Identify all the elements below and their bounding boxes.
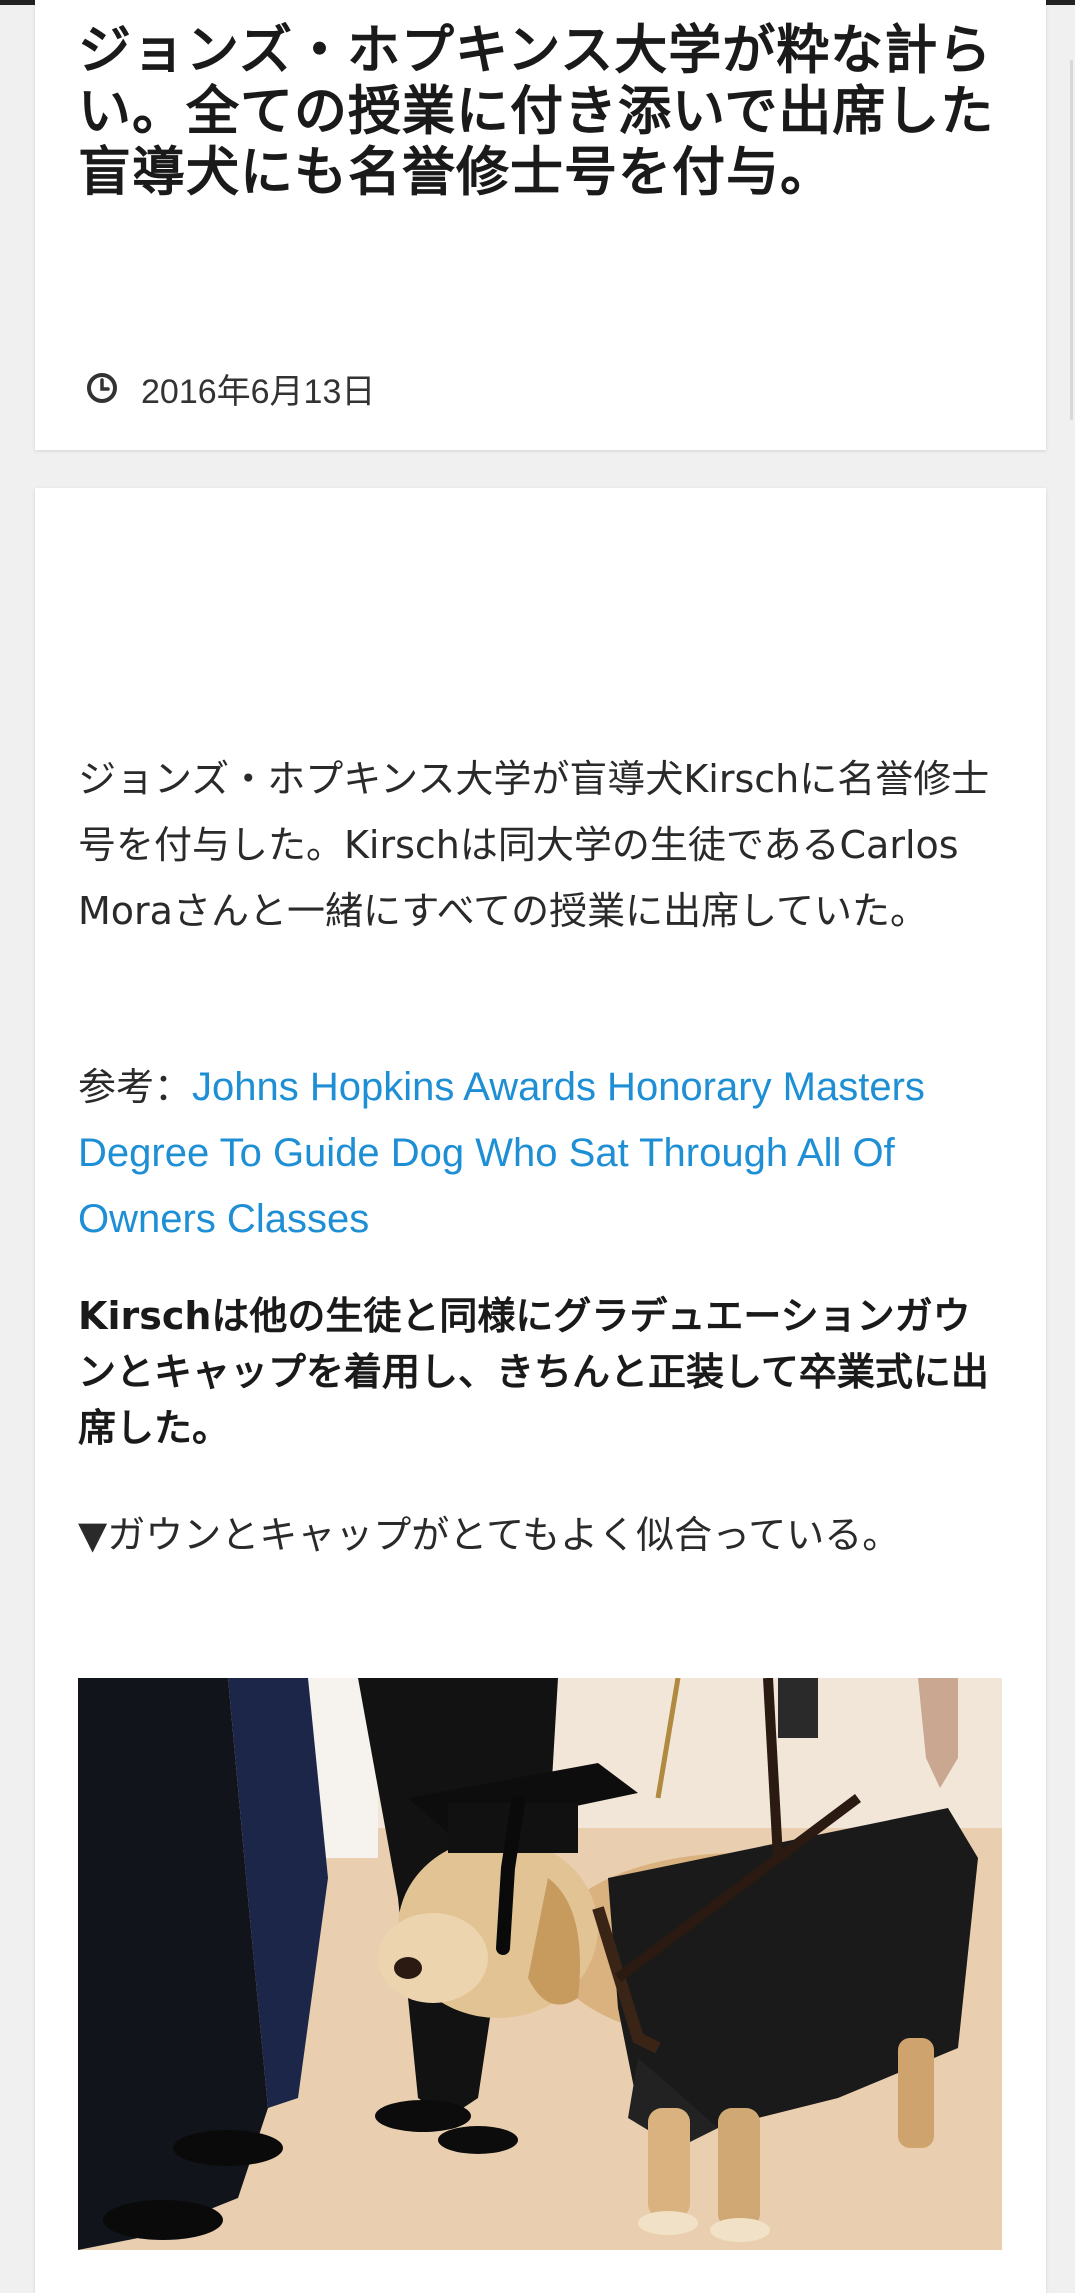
article-body-card: ジョンズ・ホプキンス大学が盲導犬Kirschに名誉修士号を付与した。Kirsch… — [35, 488, 1046, 2293]
clock-icon — [87, 373, 117, 403]
article-date: 2016年6月13日 — [141, 372, 376, 411]
article-date-row: 2016年6月13日 — [85, 366, 376, 411]
reference-link[interactable]: Johns Hopkins Awards Honorary Masters De… — [78, 1065, 925, 1241]
reference-paragraph: 参考：Johns Hopkins Awards Honorary Masters… — [78, 1054, 1008, 1252]
highlight-paragraph: Kirschは他の生徒と同様にグラデュエーションガウンとキャップを着用し、きちん… — [78, 1294, 989, 1450]
photo-caption: ▼ガウンとキャップがとてもよく似合っている。 — [78, 1513, 901, 1557]
guide-dog-photo — [78, 1678, 1002, 2250]
scrollbar[interactable] — [1070, 60, 1073, 420]
reference-prefix: 参考： — [78, 1065, 193, 1109]
article-header-card: ジョンズ・ホプキンス大学が粋な計らい。全ての授業に付き添いで出席した盲導犬にも名… — [35, 0, 1046, 450]
guide-dog-image — [78, 1678, 1002, 2250]
intro-paragraph: ジョンズ・ホプキンス大学が盲導犬Kirschに名誉修士号を付与した。Kirsch… — [78, 757, 990, 933]
article-title: ジョンズ・ホプキンス大学が粋な計らい。全ての授業に付き添いで出席した盲導犬にも名… — [78, 20, 995, 203]
